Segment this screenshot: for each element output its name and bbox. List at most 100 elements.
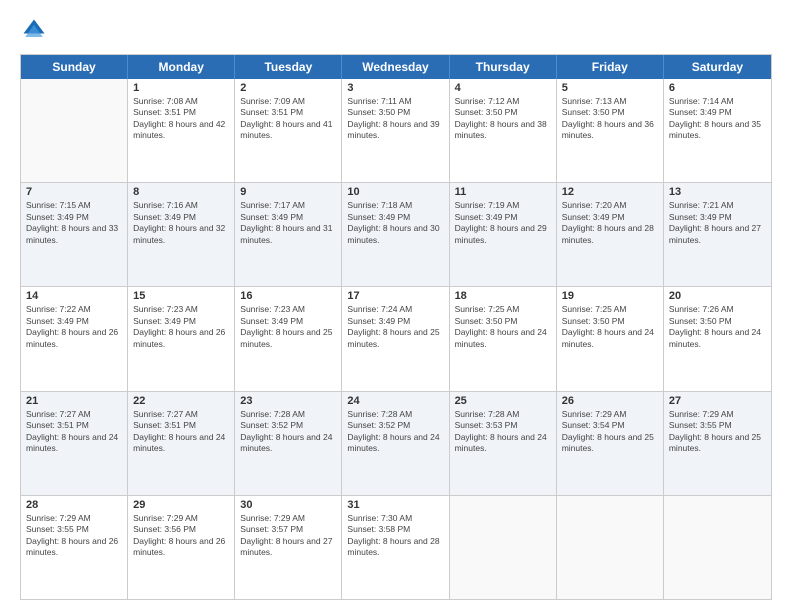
day-info: Sunrise: 7:24 AMSunset: 3:49 PMDaylight:… xyxy=(347,304,443,350)
day-info: Sunrise: 7:29 AMSunset: 3:54 PMDaylight:… xyxy=(562,409,658,455)
day-info: Sunrise: 7:27 AMSunset: 3:51 PMDaylight:… xyxy=(26,409,122,455)
day-info: Sunrise: 7:25 AMSunset: 3:50 PMDaylight:… xyxy=(455,304,551,350)
calendar-row: 7 Sunrise: 7:15 AMSunset: 3:49 PMDaylight… xyxy=(21,183,771,287)
day-info: Sunrise: 7:29 AMSunset: 3:57 PMDaylight:… xyxy=(240,513,336,559)
calendar-cell: 19 Sunrise: 7:25 AMSunset: 3:50 PMDayligh… xyxy=(557,287,664,390)
day-number: 27 xyxy=(669,395,766,407)
calendar-cell: 9Sunrise: 7:17 AMSunset: 3:49 PMDaylight… xyxy=(235,183,342,286)
day-number: 6 xyxy=(669,82,766,94)
calendar-cell: 12 Sunrise: 7:20 AMSunset: 3:49 PMDayligh… xyxy=(557,183,664,286)
day-number: 11 xyxy=(455,186,551,198)
calendar-cell: 25 Sunrise: 7:28 AMSunset: 3:53 PMDayligh… xyxy=(450,392,557,495)
day-number: 22 xyxy=(133,395,229,407)
day-number: 16 xyxy=(240,290,336,302)
cal-header-cell: Wednesday xyxy=(342,55,449,79)
day-info: Sunrise: 7:18 AMSunset: 3:49 PMDaylight:… xyxy=(347,200,443,246)
day-info: Sunrise: 7:22 AMSunset: 3:49 PMDaylight:… xyxy=(26,304,122,350)
day-number: 8 xyxy=(133,186,229,198)
day-info: Sunrise: 7:28 AMSunset: 3:53 PMDaylight:… xyxy=(455,409,551,455)
day-info: Sunrise: 7:13 AMSunset: 3:50 PMDaylight:… xyxy=(562,96,658,142)
day-number: 24 xyxy=(347,395,443,407)
calendar-cell: 1Sunrise: 7:08 AMSunset: 3:51 PMDaylight… xyxy=(128,79,235,182)
logo-icon xyxy=(20,16,48,44)
day-info: Sunrise: 7:23 AMSunset: 3:49 PMDaylight:… xyxy=(240,304,336,350)
day-number: 30 xyxy=(240,499,336,511)
calendar: SundayMondayTuesdayWednesdayThursdayFrid… xyxy=(20,54,772,600)
day-info: Sunrise: 7:20 AMSunset: 3:49 PMDaylight:… xyxy=(562,200,658,246)
calendar-cell: 23 Sunrise: 7:28 AMSunset: 3:52 PMDayligh… xyxy=(235,392,342,495)
calendar-cell: 8 Sunrise: 7:16 AMSunset: 3:49 PMDaylight… xyxy=(128,183,235,286)
page: SundayMondayTuesdayWednesdayThursdayFrid… xyxy=(0,0,792,612)
calendar-cell: 21 Sunrise: 7:27 AMSunset: 3:51 PMDayligh… xyxy=(21,392,128,495)
day-number: 12 xyxy=(562,186,658,198)
logo xyxy=(20,16,52,44)
calendar-cell: 5 Sunrise: 7:13 AMSunset: 3:50 PMDaylight… xyxy=(557,79,664,182)
day-info: Sunrise: 7:26 AMSunset: 3:50 PMDaylight:… xyxy=(669,304,766,350)
day-number: 29 xyxy=(133,499,229,511)
day-number: 21 xyxy=(26,395,122,407)
calendar-cell: 2 Sunrise: 7:09 AMSunset: 3:51 PMDaylight… xyxy=(235,79,342,182)
calendar-cell xyxy=(664,496,771,599)
day-number: 28 xyxy=(26,499,122,511)
calendar-cell xyxy=(450,496,557,599)
day-number: 7 xyxy=(26,186,122,198)
day-number: 23 xyxy=(240,395,336,407)
day-number: 9 xyxy=(240,186,336,198)
calendar-body: 1Sunrise: 7:08 AMSunset: 3:51 PMDaylight… xyxy=(21,79,771,599)
calendar-cell: 14 Sunrise: 7:22 AMSunset: 3:49 PMDayligh… xyxy=(21,287,128,390)
day-info: Sunrise: 7:28 AMSunset: 3:52 PMDaylight:… xyxy=(240,409,336,455)
calendar-cell: 10Sunrise: 7:18 AMSunset: 3:49 PMDayligh… xyxy=(342,183,449,286)
day-number: 20 xyxy=(669,290,766,302)
calendar-row: 28 Sunrise: 7:29 AMSunset: 3:55 PMDayligh… xyxy=(21,496,771,599)
day-number: 14 xyxy=(26,290,122,302)
calendar-cell: 3 Sunrise: 7:11 AMSunset: 3:50 PMDaylight… xyxy=(342,79,449,182)
day-info: Sunrise: 7:12 AMSunset: 3:50 PMDaylight:… xyxy=(455,96,551,142)
day-number: 17 xyxy=(347,290,443,302)
calendar-cell: 18 Sunrise: 7:25 AMSunset: 3:50 PMDayligh… xyxy=(450,287,557,390)
calendar-header-row: SundayMondayTuesdayWednesdayThursdayFrid… xyxy=(21,55,771,79)
calendar-cell: 7 Sunrise: 7:15 AMSunset: 3:49 PMDaylight… xyxy=(21,183,128,286)
day-info: Sunrise: 7:19 AMSunset: 3:49 PMDaylight:… xyxy=(455,200,551,246)
day-number: 25 xyxy=(455,395,551,407)
day-number: 18 xyxy=(455,290,551,302)
day-info: Sunrise: 7:27 AMSunset: 3:51 PMDaylight:… xyxy=(133,409,229,455)
calendar-cell xyxy=(557,496,664,599)
calendar-row: 21 Sunrise: 7:27 AMSunset: 3:51 PMDayligh… xyxy=(21,392,771,496)
day-number: 2 xyxy=(240,82,336,94)
calendar-cell: 15Sunrise: 7:23 AMSunset: 3:49 PMDayligh… xyxy=(128,287,235,390)
day-info: Sunrise: 7:09 AMSunset: 3:51 PMDaylight:… xyxy=(240,96,336,142)
day-info: Sunrise: 7:16 AMSunset: 3:49 PMDaylight:… xyxy=(133,200,229,246)
cal-header-cell: Friday xyxy=(557,55,664,79)
day-number: 13 xyxy=(669,186,766,198)
day-number: 4 xyxy=(455,82,551,94)
day-info: Sunrise: 7:29 AMSunset: 3:55 PMDaylight:… xyxy=(26,513,122,559)
day-info: Sunrise: 7:11 AMSunset: 3:50 PMDaylight:… xyxy=(347,96,443,142)
day-info: Sunrise: 7:15 AMSunset: 3:49 PMDaylight:… xyxy=(26,200,122,246)
cal-header-cell: Monday xyxy=(128,55,235,79)
calendar-cell xyxy=(21,79,128,182)
calendar-cell: 29Sunrise: 7:29 AMSunset: 3:56 PMDayligh… xyxy=(128,496,235,599)
day-number: 15 xyxy=(133,290,229,302)
day-number: 3 xyxy=(347,82,443,94)
calendar-cell: 26 Sunrise: 7:29 AMSunset: 3:54 PMDayligh… xyxy=(557,392,664,495)
day-number: 5 xyxy=(562,82,658,94)
cal-header-cell: Sunday xyxy=(21,55,128,79)
calendar-cell: 30 Sunrise: 7:29 AMSunset: 3:57 PMDayligh… xyxy=(235,496,342,599)
calendar-cell: 16 Sunrise: 7:23 AMSunset: 3:49 PMDayligh… xyxy=(235,287,342,390)
day-number: 31 xyxy=(347,499,443,511)
calendar-cell: 6 Sunrise: 7:14 AMSunset: 3:49 PMDaylight… xyxy=(664,79,771,182)
calendar-cell: 11 Sunrise: 7:19 AMSunset: 3:49 PMDayligh… xyxy=(450,183,557,286)
calendar-cell: 28 Sunrise: 7:29 AMSunset: 3:55 PMDayligh… xyxy=(21,496,128,599)
cal-header-cell: Tuesday xyxy=(235,55,342,79)
calendar-row: 1Sunrise: 7:08 AMSunset: 3:51 PMDaylight… xyxy=(21,79,771,183)
day-number: 26 xyxy=(562,395,658,407)
day-info: Sunrise: 7:25 AMSunset: 3:50 PMDaylight:… xyxy=(562,304,658,350)
day-info: Sunrise: 7:28 AMSunset: 3:52 PMDaylight:… xyxy=(347,409,443,455)
calendar-cell: 20 Sunrise: 7:26 AMSunset: 3:50 PMDayligh… xyxy=(664,287,771,390)
day-info: Sunrise: 7:14 AMSunset: 3:49 PMDaylight:… xyxy=(669,96,766,142)
day-info: Sunrise: 7:21 AMSunset: 3:49 PMDaylight:… xyxy=(669,200,766,246)
day-number: 19 xyxy=(562,290,658,302)
calendar-cell: 24 Sunrise: 7:28 AMSunset: 3:52 PMDayligh… xyxy=(342,392,449,495)
day-info: Sunrise: 7:29 AMSunset: 3:55 PMDaylight:… xyxy=(669,409,766,455)
cal-header-cell: Saturday xyxy=(664,55,771,79)
